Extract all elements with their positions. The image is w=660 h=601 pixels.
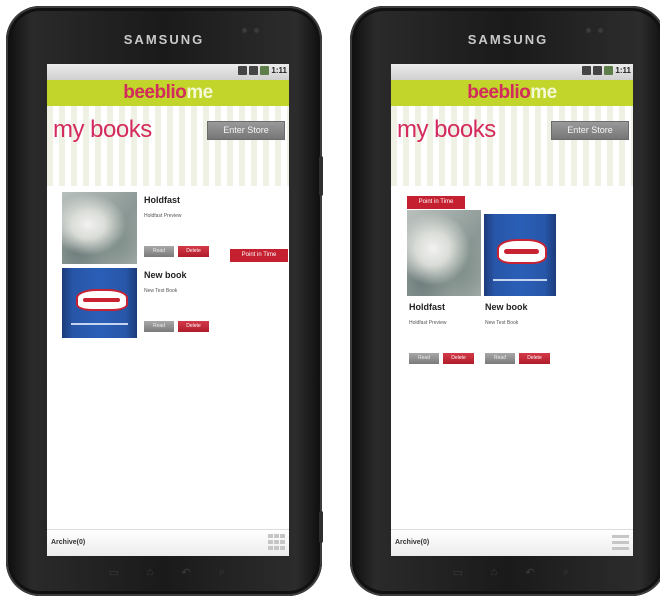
book-subtitle: New Test Book xyxy=(485,320,519,326)
app-logo: beebliome xyxy=(123,82,213,103)
menu-key-icon[interactable]: ▭ xyxy=(450,566,466,579)
screen: 1:11 beebliome my books Enter Store Hold… xyxy=(47,64,289,556)
hardware-keys: ▭ ⌂ ↶ ⌕ xyxy=(6,566,322,582)
tablet-shelf-view: SAMSUNG 1:11 beebliome my books Enter St… xyxy=(350,6,660,596)
archive-link[interactable]: Archive(0) xyxy=(51,539,85,546)
notification-icon xyxy=(582,66,592,75)
status-clock: 1:11 xyxy=(615,66,631,75)
read-button[interactable]: Read xyxy=(409,353,439,364)
book-cover-new-book[interactable] xyxy=(484,214,556,296)
book-title: New book xyxy=(144,270,187,280)
enter-store-button[interactable]: Enter Store xyxy=(207,121,285,140)
point-in-time-button[interactable]: Point in Time xyxy=(230,249,288,262)
notification-icon xyxy=(238,66,248,75)
volume-key xyxy=(319,156,323,196)
search-key-icon[interactable]: ⌕ xyxy=(214,566,230,579)
hardware-keys: ▭ ⌂ ↶ ⌕ xyxy=(350,566,660,582)
search-key-icon[interactable]: ⌕ xyxy=(558,566,574,579)
status-bar: 1:11 xyxy=(47,64,289,80)
status-clock: 1:11 xyxy=(271,66,287,75)
book-subtitle: Holdfast Preview xyxy=(409,320,447,326)
back-key-icon[interactable]: ↶ xyxy=(522,566,538,579)
page-title: my books xyxy=(53,116,152,143)
power-key xyxy=(319,511,323,543)
bottom-bar: Archive(0) xyxy=(391,529,633,556)
book-title: Holdfast xyxy=(144,195,180,205)
book-cover-holdfast[interactable] xyxy=(62,192,137,264)
home-key-icon[interactable]: ⌂ xyxy=(486,566,502,578)
grid-view-icon[interactable] xyxy=(268,534,285,550)
back-key-icon[interactable]: ↶ xyxy=(178,566,194,579)
device-brand: SAMSUNG xyxy=(467,32,549,47)
delete-button[interactable]: Delete xyxy=(443,353,474,364)
device-brand: SAMSUNG xyxy=(123,32,205,47)
book-title: New book xyxy=(485,302,528,312)
app-header: beebliome xyxy=(391,80,633,106)
cover-logo xyxy=(496,238,548,264)
cover-logo xyxy=(75,289,128,312)
delete-button[interactable]: Delete xyxy=(519,353,550,364)
signal-icon xyxy=(593,66,603,75)
tablet-list-view: SAMSUNG 1:11 beebliome my books Enter St… xyxy=(6,6,323,596)
battery-icon xyxy=(260,66,270,75)
book-title: Holdfast xyxy=(409,302,445,312)
enter-store-button[interactable]: Enter Store xyxy=(551,121,629,140)
app-header: beebliome xyxy=(47,80,289,106)
page-title: my books xyxy=(397,116,496,143)
read-button[interactable]: Read xyxy=(144,246,174,257)
read-button[interactable]: Read xyxy=(485,353,515,364)
cover-caption xyxy=(71,323,128,326)
list-view-icon[interactable] xyxy=(612,534,629,550)
screen: 1:11 beebliome my books Enter Store Poin… xyxy=(391,64,633,556)
point-in-time-tab[interactable]: Point in Time xyxy=(407,196,465,209)
app-logo: beebliome xyxy=(467,82,557,103)
signal-icon xyxy=(249,66,259,75)
book-cover-holdfast[interactable] xyxy=(407,210,481,296)
delete-button[interactable]: Delete xyxy=(178,321,209,332)
book-subtitle: New Test Book xyxy=(144,288,178,294)
menu-key-icon[interactable]: ▭ xyxy=(106,566,122,579)
archive-link[interactable]: Archive(0) xyxy=(395,539,429,546)
battery-icon xyxy=(604,66,614,75)
cover-caption xyxy=(492,279,548,282)
home-key-icon[interactable]: ⌂ xyxy=(142,566,158,578)
book-cover-new-book[interactable] xyxy=(62,268,137,338)
status-bar: 1:11 xyxy=(391,64,633,80)
book-subtitle: Holdfast Preview xyxy=(144,213,182,219)
delete-button[interactable]: Delete xyxy=(178,246,209,257)
read-button[interactable]: Read xyxy=(144,321,174,332)
bottom-bar: Archive(0) xyxy=(47,529,289,556)
